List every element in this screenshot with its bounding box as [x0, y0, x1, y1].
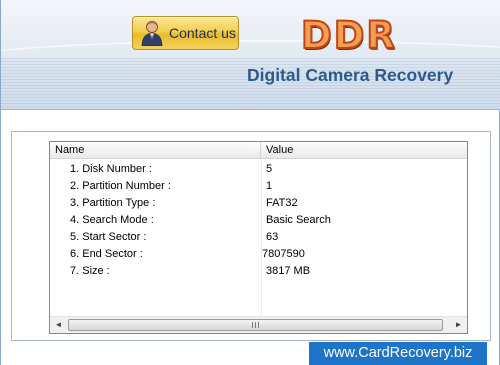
column-header-name[interactable]: Name — [50, 142, 261, 159]
grip-icon — [252, 322, 260, 328]
row-name: 7. Size : — [70, 265, 110, 277]
listview-body: 1. Disk Number : 5 2. Partition Number :… — [50, 160, 467, 316]
table-row[interactable]: 7. Size : 3817 MB — [50, 263, 467, 280]
table-row[interactable]: 3. Partition Type : FAT32 — [50, 195, 467, 212]
row-value: 3817 MB — [266, 265, 311, 277]
row-name: 2. Partition Number : — [70, 180, 171, 192]
listview-header: Name Value — [50, 142, 467, 159]
row-value: FAT32 — [266, 197, 298, 209]
row-name: 5. Start Sector : — [70, 231, 147, 243]
table-row[interactable]: 4. Search Mode : Basic Search — [50, 212, 467, 229]
row-value: 63 — [266, 231, 279, 243]
ddr-logo: DDR — [300, 13, 397, 58]
row-name: 4. Search Mode : — [70, 214, 154, 226]
footer-area — [1, 345, 309, 365]
header-divider — [1, 109, 500, 110]
scrollbar-thumb[interactable] — [68, 319, 443, 331]
details-listview[interactable]: Name Value 1. Disk Number : 5 2. Partiti… — [49, 141, 468, 334]
table-row[interactable]: 1. Disk Number : 5 — [50, 161, 467, 178]
row-name: 3. Partition Type : — [70, 197, 156, 209]
table-row[interactable]: 5. Start Sector : 63 — [50, 229, 467, 246]
app-title: Digital Camera Recovery — [247, 65, 454, 85]
row-name: 1. Disk Number : — [70, 163, 152, 175]
horizontal-scrollbar[interactable]: ◄ ► — [50, 316, 467, 333]
person-icon — [141, 21, 163, 46]
contact-us-label: Contact us — [169, 25, 236, 41]
app-window: Contact us DDR Digital Camera Recovery N… — [0, 0, 500, 365]
table-row[interactable]: 2. Partition Number : 1 — [50, 178, 467, 195]
header-banner: Contact us DDR Digital Camera Recovery — [1, 0, 500, 110]
scroll-left-icon[interactable]: ◄ — [50, 317, 67, 333]
row-value: 7807590 — [262, 248, 305, 260]
column-header-value[interactable]: Value — [261, 142, 467, 159]
row-value: Basic Search — [266, 214, 331, 226]
scroll-right-icon[interactable]: ► — [450, 317, 467, 333]
table-row[interactable]: 6. End Sector : 7807590 — [50, 246, 467, 263]
contact-us-button[interactable]: Contact us — [132, 16, 239, 50]
website-link[interactable]: www.CardRecovery.biz — [309, 342, 487, 365]
row-name: 6. End Sector : — [70, 248, 143, 260]
row-value: 1 — [266, 180, 273, 192]
row-value: 5 — [266, 163, 273, 175]
